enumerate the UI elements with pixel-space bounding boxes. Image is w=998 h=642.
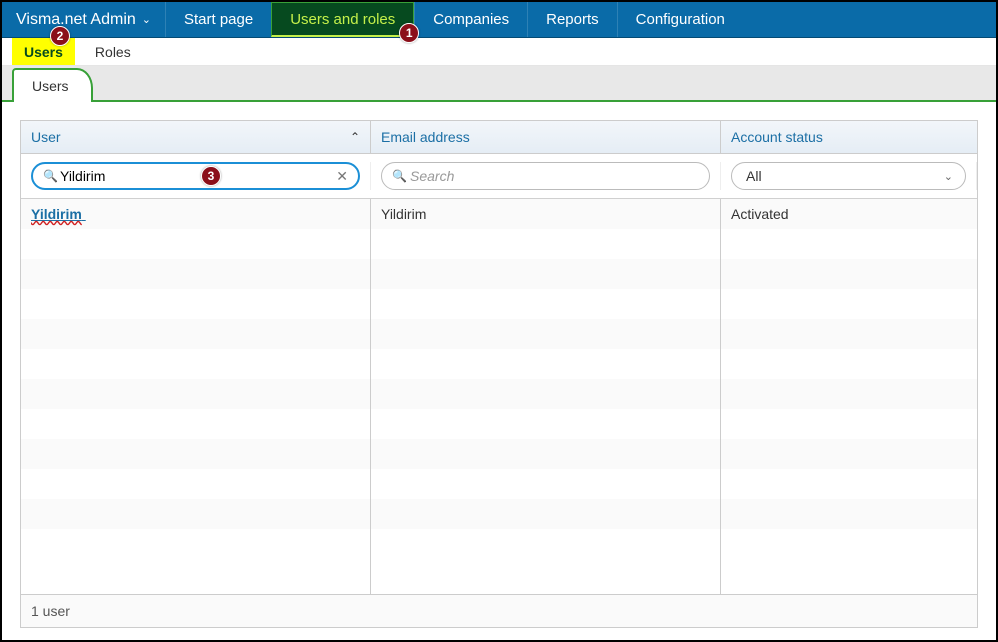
result-count: 1 user xyxy=(31,603,70,619)
annotation-badge-3: 3 xyxy=(201,166,221,186)
email-search-box[interactable]: 🔍 xyxy=(381,162,710,190)
table-row: Activated xyxy=(721,199,977,229)
annotation-badge-2: 2 xyxy=(50,26,70,46)
filter-row: 🔍 ✕ 3 🔍 All ⌄ xyxy=(21,154,977,199)
status-cell: Activated xyxy=(731,206,789,222)
status-filter-value: All xyxy=(746,168,762,184)
sort-asc-icon: ⌃ xyxy=(350,130,360,144)
grid-footer: 1 user xyxy=(21,594,977,627)
subnav-roles[interactable]: Roles xyxy=(83,38,143,65)
email-cell: Yildirim xyxy=(381,206,426,222)
grid-col-status: Activated xyxy=(721,199,977,594)
user-search-input[interactable] xyxy=(60,168,331,184)
grid-col-user: Yildirim xyxy=(21,199,371,594)
grid-body: Yildirim Yildirim Activated xyxy=(21,199,977,594)
column-header-email[interactable]: Email address xyxy=(371,121,721,153)
grid-header-row: User ⌃ Email address Account status xyxy=(21,121,977,154)
chevron-down-icon: ⌄ xyxy=(142,13,151,26)
table-row: Yildirim xyxy=(371,199,720,229)
column-header-status[interactable]: Account status xyxy=(721,121,977,153)
search-icon: 🔍 xyxy=(392,169,407,183)
nav-configuration[interactable]: Configuration xyxy=(617,2,743,37)
subnav-users[interactable]: Users 2 xyxy=(12,38,75,65)
user-search-box[interactable]: 🔍 ✕ xyxy=(31,162,360,190)
chevron-down-icon: ⌄ xyxy=(944,170,953,183)
email-search-input[interactable] xyxy=(410,168,681,184)
nav-start-page[interactable]: Start page xyxy=(165,2,271,37)
clear-icon[interactable]: ✕ xyxy=(336,168,348,185)
sub-nav: Users 2 Roles xyxy=(2,38,996,66)
main-nav: Visma.net Admin ⌄ Start page Users and r… xyxy=(2,2,996,38)
tab-strip: Users xyxy=(2,66,996,102)
tab-users[interactable]: Users xyxy=(12,68,93,102)
nav-users-and-roles[interactable]: Users and roles 1 xyxy=(271,2,414,37)
status-filter-dropdown[interactable]: All ⌄ xyxy=(731,162,966,190)
column-header-user[interactable]: User ⌃ xyxy=(21,121,371,153)
nav-reports[interactable]: Reports xyxy=(527,2,617,37)
user-link[interactable]: Yildirim xyxy=(31,206,86,222)
search-icon: 🔍 xyxy=(43,169,58,183)
content-area: User ⌃ Email address Account status 🔍 ✕ … xyxy=(2,102,996,628)
brand-title: Visma.net Admin xyxy=(16,11,136,29)
brand-dropdown[interactable]: Visma.net Admin ⌄ xyxy=(2,2,165,37)
users-grid: User ⌃ Email address Account status 🔍 ✕ … xyxy=(20,120,978,628)
table-row: Yildirim xyxy=(21,199,370,229)
grid-col-email: Yildirim xyxy=(371,199,721,594)
nav-companies[interactable]: Companies xyxy=(414,2,527,37)
